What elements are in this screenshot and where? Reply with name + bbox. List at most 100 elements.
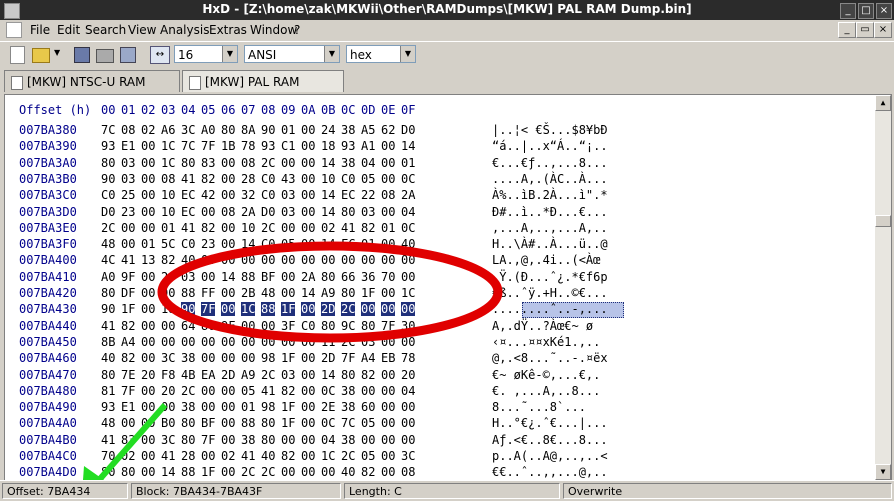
hex-byte[interactable]: 00 [241, 335, 255, 349]
row-offset[interactable]: 007BA420 [19, 286, 77, 300]
hex-byte[interactable]: EC [341, 188, 355, 202]
hex-byte[interactable]: 00 [141, 416, 155, 430]
hex-byte[interactable]: 7C [101, 123, 115, 137]
hex-byte[interactable]: 7F [341, 351, 355, 365]
hex-byte[interactable]: 00 [401, 416, 415, 430]
hex-byte[interactable]: 2C [181, 384, 195, 398]
hex-byte[interactable]: 00 [161, 335, 175, 349]
hex-byte[interactable]: 20 [161, 384, 175, 398]
hex-byte[interactable]: 00 [301, 205, 315, 219]
hex-byte[interactable]: 00 [221, 384, 235, 398]
hex-byte[interactable]: 03 [281, 205, 295, 219]
hex-byte[interactable]: 00 [141, 302, 155, 316]
hex-byte[interactable]: 20 [141, 368, 155, 382]
hex-byte[interactable]: 41 [261, 384, 275, 398]
hex-byte[interactable]: 90 [261, 123, 275, 137]
menu-file[interactable]: File [30, 23, 50, 37]
hex-byte[interactable]: 00 [301, 400, 315, 414]
hex-byte[interactable]: 2D [221, 368, 235, 382]
hex-byte[interactable]: 00 [161, 319, 175, 333]
hex-byte[interactable]: 70 [101, 449, 115, 463]
hex-byte[interactable]: 93 [101, 400, 115, 414]
hex-byte[interactable]: 08 [221, 205, 235, 219]
hex-byte[interactable]: 9F [221, 319, 235, 333]
hex-byte[interactable]: 0C [401, 221, 415, 235]
hex-byte[interactable]: C0 [101, 188, 115, 202]
row-offset[interactable]: 007BA3A0 [19, 156, 77, 170]
open-folder-icon[interactable] [32, 48, 50, 63]
hex-byte[interactable]: 2D [321, 302, 336, 317]
hex-byte[interactable]: 00 [221, 465, 235, 479]
hex-byte[interactable]: 88 [181, 465, 195, 479]
hex-byte[interactable]: 00 [121, 416, 135, 430]
hex-byte[interactable]: 00 [141, 384, 155, 398]
hex-byte[interactable]: 04 [321, 433, 335, 447]
hex-byte[interactable]: 48 [261, 286, 275, 300]
hex-byte[interactable]: 05 [361, 449, 375, 463]
hex-byte[interactable]: 00 [381, 172, 395, 186]
hex-byte[interactable]: 14 [221, 270, 235, 284]
hex-byte[interactable]: 1C [401, 286, 415, 300]
hex-byte[interactable]: 80 [101, 368, 115, 382]
hex-byte[interactable]: 80 [361, 319, 375, 333]
ascii-text[interactable]: @‚.<8...˜..-.¤ëx [492, 351, 608, 365]
hex-byte[interactable]: 2A [241, 205, 255, 219]
hex-byte[interactable]: 14 [321, 205, 335, 219]
hex-byte[interactable]: 00 [361, 384, 375, 398]
new-file-icon[interactable] [10, 46, 25, 64]
maximize-icon[interactable]: □ [858, 3, 874, 19]
hex-byte[interactable]: 3F [281, 319, 295, 333]
hex-byte[interactable]: 00 [281, 221, 295, 235]
hex-byte[interactable]: 80 [261, 416, 275, 430]
hex-byte[interactable]: 00 [301, 368, 315, 382]
hex-byte[interactable]: A9 [241, 368, 255, 382]
hex-byte[interactable]: 05 [361, 172, 375, 186]
ascii-text[interactable]: Ÿ.(Ð...ˆ¿.*€f6p [492, 270, 607, 284]
hex-byte[interactable]: 03 [281, 368, 295, 382]
hex-byte[interactable]: 00 [301, 237, 315, 251]
hex-byte[interactable]: 00 [141, 156, 155, 170]
hex-byte[interactable]: 00 [381, 253, 395, 267]
row-offset[interactable]: 007BA410 [19, 270, 77, 284]
hex-byte[interactable]: 2C [241, 465, 255, 479]
hex-byte[interactable]: 3C [161, 433, 175, 447]
hex-byte[interactable]: 14 [161, 465, 175, 479]
hex-byte[interactable]: 41 [101, 433, 115, 447]
hex-byte[interactable]: 80 [341, 286, 355, 300]
hex-byte[interactable]: A9 [321, 286, 335, 300]
hex-byte[interactable]: 04 [361, 156, 375, 170]
hex-byte[interactable]: 00 [221, 156, 235, 170]
hex-byte[interactable]: 42 [201, 188, 215, 202]
hex-byte[interactable]: 05 [281, 237, 295, 251]
hex-byte[interactable]: 22 [361, 188, 375, 202]
chevron-down-icon[interactable]: ▼ [222, 46, 237, 62]
hex-byte[interactable]: 1F [361, 286, 375, 300]
hex-byte[interactable]: 93 [101, 139, 115, 153]
hex-byte[interactable]: 00 [141, 433, 155, 447]
hex-byte[interactable]: 00 [141, 400, 155, 414]
hex-byte[interactable]: 20 [401, 368, 415, 382]
hex-byte[interactable]: 03 [361, 205, 375, 219]
hex-byte[interactable]: 00 [221, 433, 235, 447]
hex-byte[interactable]: A0 [201, 123, 215, 137]
ascii-text[interactable]: ,...A‚..,...A‚.. [492, 221, 608, 235]
hex-byte[interactable]: 93 [341, 139, 355, 153]
hex-byte[interactable]: 00 [381, 465, 395, 479]
hex-byte[interactable]: 00 [381, 416, 395, 430]
mdi-minimize-icon[interactable]: _ [838, 22, 856, 38]
hex-byte[interactable]: C0 [181, 237, 195, 251]
hex-byte[interactable]: 00 [141, 172, 155, 186]
ascii-text[interactable]: 8...˜...8`... [492, 400, 586, 414]
hex-byte[interactable]: 28 [181, 449, 195, 463]
hex-byte[interactable]: E1 [121, 139, 135, 153]
hex-byte[interactable]: 00 [281, 433, 295, 447]
hex-byte[interactable]: 08 [381, 188, 395, 202]
hex-byte[interactable]: 00 [121, 237, 135, 251]
hex-byte[interactable]: 00 [381, 156, 395, 170]
hex-byte[interactable]: 23 [201, 237, 215, 251]
hex-byte[interactable]: 00 [241, 351, 255, 365]
hex-byte[interactable]: 00 [121, 221, 135, 235]
hex-byte[interactable]: 00 [141, 205, 155, 219]
hex-byte[interactable]: 41 [121, 253, 135, 267]
menu-view[interactable]: View [128, 23, 156, 37]
